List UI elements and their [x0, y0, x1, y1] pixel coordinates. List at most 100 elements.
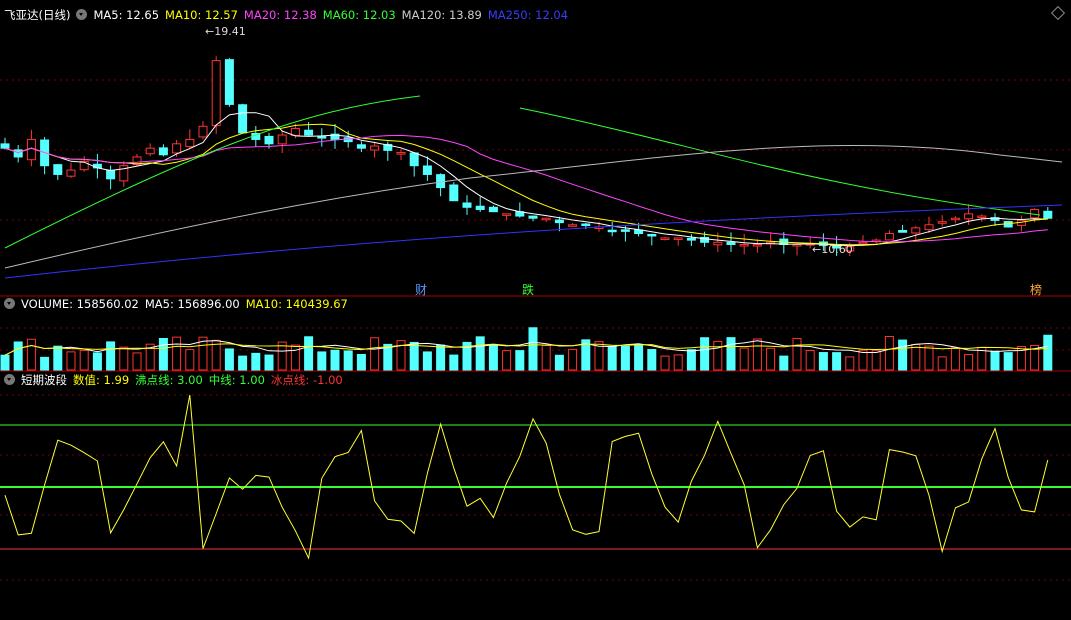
volume-bar: [884, 335, 894, 371]
candle: [568, 224, 578, 227]
volume-bar: [264, 354, 274, 371]
candle: [964, 213, 974, 220]
dropdown-icon[interactable]: [4, 298, 15, 309]
volume-bar: [409, 341, 419, 371]
volume-bar: [805, 349, 815, 371]
volume-bar: [713, 340, 723, 371]
candle: [238, 104, 248, 134]
candle: [937, 221, 947, 224]
mid-line-label: 中线: 1.00: [208, 373, 265, 387]
volume-bar: [568, 348, 578, 371]
volume-bar: [436, 344, 446, 371]
volume-bar: [449, 354, 459, 371]
candle: [502, 213, 512, 216]
panel3-header: 短期波段 数值: 1.99 沸点线: 3.00 中线: 1.00 冰点线: -1.00: [4, 372, 349, 388]
candle: [304, 129, 314, 136]
volume-bar: [1003, 352, 1013, 371]
candle: [106, 169, 116, 180]
candle: [66, 169, 76, 177]
dropdown-icon[interactable]: [4, 374, 15, 385]
volume-bar: [26, 338, 36, 371]
vol-ma10-label: MA10: 140439.67: [245, 297, 348, 311]
volume-bar: [251, 352, 261, 371]
candle: [686, 237, 696, 241]
volume-bar: [238, 355, 248, 371]
volume-bar: [607, 345, 617, 371]
volume-bar: [634, 344, 644, 371]
ma5-label: MA5: 12.65: [93, 8, 160, 22]
candle: [488, 206, 498, 213]
low-price-label: ←10.60: [812, 243, 853, 256]
candle: [356, 144, 366, 149]
ma10-label: MA10: 12.57: [165, 8, 238, 22]
candle: [198, 125, 208, 138]
volume-bar: [766, 347, 776, 371]
volume-bar: [528, 327, 538, 371]
candle: [739, 243, 749, 247]
volume-bar: [119, 346, 129, 371]
candle: [436, 174, 446, 189]
candle: [290, 127, 300, 136]
volume-bar: [726, 337, 736, 371]
volume-bar: [620, 345, 630, 371]
volume-bar: [950, 347, 960, 371]
candle: [475, 205, 485, 210]
volume-bar: [185, 349, 195, 371]
event-marker-finance[interactable]: 财: [415, 281, 427, 298]
candle: [224, 59, 234, 105]
volume-bar: [858, 349, 868, 371]
dropdown-icon[interactable]: [76, 9, 88, 20]
volume-bar: [422, 351, 432, 371]
volume-bar: [224, 348, 234, 371]
panel1-header: 飞亚达(日线) MA5: 12.65 MA10: 12.57 MA20: 12.38 M…: [4, 7, 574, 23]
candle: [673, 237, 683, 240]
candle: [211, 60, 221, 127]
panel2-header: VOLUME: 158560.02 MA5: 156896.00 MA10: 140…: [4, 296, 354, 312]
volume-bar: [660, 355, 670, 371]
volume-bar: [1043, 334, 1053, 371]
candle: [264, 135, 274, 145]
candle: [0, 143, 10, 149]
event-marker-list[interactable]: 榜: [1030, 281, 1042, 298]
volume-bar: [66, 351, 76, 371]
ma10-line: [4, 123, 1048, 246]
volume-bar: [937, 356, 947, 371]
volume-bar: [739, 347, 749, 371]
volume-bar: [541, 345, 551, 371]
candle: [607, 229, 617, 233]
candle: [884, 233, 894, 241]
candle: [924, 224, 934, 231]
ma120-line: [4, 144, 1063, 269]
candle: [554, 219, 564, 224]
volume-bar: [475, 336, 485, 371]
candle: [449, 184, 459, 202]
stock-title: 飞亚达(日线): [4, 8, 71, 22]
volume-bar: [317, 351, 327, 371]
volume-bar: [92, 352, 102, 371]
indicator-name: 短期波段: [21, 373, 67, 387]
high-price-label: ←19.41: [205, 25, 246, 38]
volume-bar: [898, 339, 908, 371]
volume-bar: [845, 356, 855, 371]
candle: [317, 136, 327, 139]
volume-bar: [871, 349, 881, 371]
volume-bar: [53, 345, 63, 371]
ma5-line: [4, 112, 1048, 247]
candle: [726, 241, 736, 245]
ma20-label: MA20: 12.38: [243, 8, 317, 22]
ice-line-label: 冰点线: -1.00: [270, 373, 343, 387]
ma60-label: MA60: 12.03: [322, 8, 396, 22]
volume-bar: [502, 350, 512, 371]
candle: [396, 152, 406, 155]
candle: [462, 202, 472, 208]
candle: [620, 229, 630, 232]
candle: [541, 217, 551, 221]
event-marker-drop[interactable]: 跌: [522, 281, 534, 298]
volume-bar: [792, 337, 802, 371]
candle: [370, 145, 380, 151]
candle: [898, 230, 908, 233]
ma120-label: MA120: 13.89: [401, 8, 482, 22]
volume-bar: [832, 352, 842, 371]
candle: [647, 233, 657, 237]
candle: [977, 215, 987, 219]
